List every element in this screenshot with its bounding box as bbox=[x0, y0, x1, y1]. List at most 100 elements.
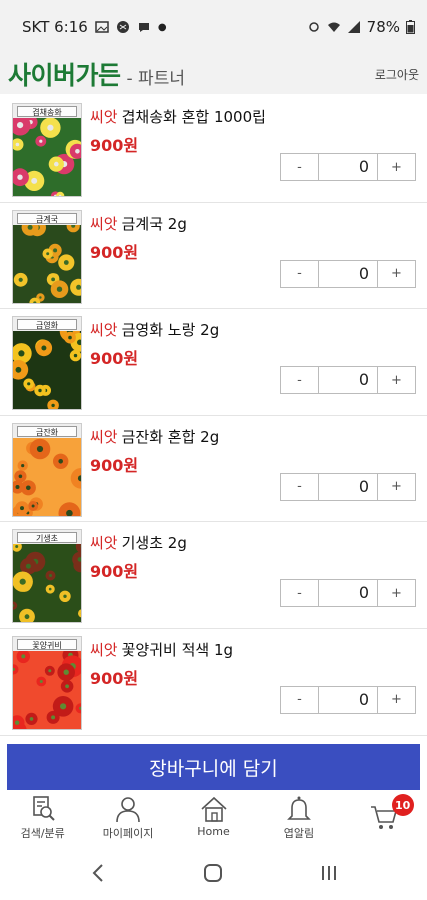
battery-icon bbox=[406, 20, 415, 34]
quantity-stepper: -0 + bbox=[280, 153, 416, 181]
nav-mypage-label: 마이페이지 bbox=[102, 827, 154, 840]
decrement-button[interactable]: - bbox=[281, 261, 318, 287]
product-list[interactable]: 겹채송화 씨앗 겹채송화 혼합 1000립 900원 -0 + 금계국 씨앗 금계국 2g 900… bbox=[0, 96, 427, 744]
quantity-field[interactable]: 0 bbox=[318, 473, 378, 500]
product-row[interactable]: 금영화 씨앗 금영화 노랑 2g 900원 -0 + bbox=[0, 309, 427, 416]
search-list-icon bbox=[32, 796, 55, 821]
back-icon bbox=[92, 864, 103, 882]
flower-photo bbox=[13, 331, 81, 410]
decrement-button[interactable]: - bbox=[281, 367, 318, 393]
product-price: 900원 bbox=[90, 668, 139, 688]
flower-photo bbox=[13, 224, 81, 303]
nav-home[interactable]: Home bbox=[171, 790, 256, 842]
seed-tag: 씨앗 bbox=[90, 321, 118, 340]
quantity-field[interactable]: 0 bbox=[318, 367, 378, 394]
thumbnail-label: 기생초 bbox=[17, 532, 77, 544]
product-thumbnail[interactable]: 꽃양귀비 bbox=[12, 635, 82, 730]
thumbnail-label: 겹채송화 bbox=[17, 106, 77, 117]
alarm-icon bbox=[308, 22, 319, 32]
bottom-nav: 검색/분류 마이페이지 Home 엽알림 10 bbox=[0, 790, 427, 842]
product-thumbnail[interactable]: 금계국 bbox=[12, 209, 82, 304]
seed-tag: 씨앗 bbox=[90, 640, 118, 659]
product-thumbnail[interactable]: 금잔화 bbox=[12, 422, 82, 517]
quantity-field[interactable]: 0 bbox=[318, 580, 378, 607]
quantity-field[interactable]: 0 bbox=[318, 154, 378, 180]
product-name[interactable]: 씨앗 꽃양귀비 적색 1g bbox=[90, 639, 233, 660]
seed-tag: 씨앗 bbox=[90, 214, 118, 233]
product-price: 900원 bbox=[90, 136, 139, 155]
increment-button[interactable]: + bbox=[378, 154, 415, 180]
nav-mypage[interactable]: 마이페이지 bbox=[85, 790, 170, 842]
product-name[interactable]: 씨앗 겹채송화 혼합 1000립 bbox=[90, 106, 266, 127]
flower-photo bbox=[13, 650, 81, 729]
product-name-text: 금잔화 혼합 2g bbox=[121, 427, 220, 446]
brand-title[interactable]: 사이버가든 bbox=[8, 56, 121, 92]
quantity-stepper: -0 + bbox=[280, 259, 416, 288]
product-name-text: 꽃양귀비 적색 1g bbox=[121, 640, 234, 659]
app-header: 사이버가든 - 파트너 로그아웃 bbox=[0, 54, 427, 94]
thumbnail-label: 금계국 bbox=[17, 212, 77, 224]
product-thumbnail[interactable]: 금영화 bbox=[12, 316, 82, 411]
product-name[interactable]: 씨앗 금잔화 혼합 2g bbox=[90, 426, 219, 447]
brand-subtitle: - 파트너 bbox=[126, 68, 185, 89]
product-row[interactable]: 금계국 씨앗 금계국 2g 900원 -0 + bbox=[0, 203, 427, 310]
flower-photo bbox=[13, 544, 81, 623]
product-row[interactable]: 기생초 씨앗 기생초 2g 900원 -0 + bbox=[0, 522, 427, 629]
bell-icon bbox=[286, 796, 311, 820]
home-system-button[interactable] bbox=[198, 860, 228, 886]
status-time: SKT 6:16 bbox=[22, 18, 88, 36]
logout-link[interactable]: 로그아웃 bbox=[375, 66, 419, 83]
recents-button[interactable] bbox=[314, 860, 344, 886]
thumbnail-label: 금영화 bbox=[17, 319, 77, 331]
increment-button[interactable]: + bbox=[378, 367, 415, 393]
product-name[interactable]: 씨앗 금영화 노랑 2g bbox=[90, 319, 219, 340]
increment-button[interactable]: + bbox=[378, 687, 415, 713]
home-circle-icon bbox=[204, 864, 223, 882]
product-name[interactable]: 씨앗 금계국 2g bbox=[90, 213, 187, 234]
thumbnail-label: 꽃양귀비 bbox=[17, 638, 77, 650]
status-bar: SKT 6:16 ● 78% bbox=[0, 0, 427, 54]
increment-button[interactable]: + bbox=[378, 474, 415, 500]
nav-search[interactable]: 검색/분류 bbox=[0, 790, 85, 842]
seed-tag: 씨앗 bbox=[90, 534, 118, 553]
quantity-field[interactable]: 0 bbox=[318, 686, 378, 713]
back-button[interactable] bbox=[83, 860, 113, 886]
product-thumbnail[interactable]: 겹채송화 bbox=[12, 103, 82, 197]
product-row[interactable]: 꽃양귀비 씨앗 꽃양귀비 적색 1g 900원 -0 + bbox=[0, 629, 427, 736]
quantity-field[interactable]: 0 bbox=[318, 260, 378, 287]
app-icon bbox=[116, 21, 129, 33]
seed-tag: 씨앗 bbox=[90, 427, 118, 446]
seed-tag: 씨앗 bbox=[90, 108, 118, 126]
nav-alerts[interactable]: 엽알림 bbox=[256, 790, 341, 842]
product-row[interactable]: 겹채송화 씨앗 겹채송화 혼합 1000립 900원 -0 + bbox=[0, 96, 427, 203]
add-to-cart-button[interactable]: 장바구니에 담기 bbox=[7, 744, 420, 790]
quantity-stepper: -0 + bbox=[280, 685, 416, 714]
system-nav bbox=[0, 846, 427, 900]
product-name-text: 금영화 노랑 2g bbox=[121, 321, 220, 340]
nav-search-label: 검색/분류 bbox=[20, 827, 65, 840]
nav-home-label: Home bbox=[197, 825, 230, 838]
decrement-button[interactable]: - bbox=[281, 154, 318, 180]
product-name-text: 겹채송화 혼합 1000립 bbox=[121, 108, 266, 126]
recents-icon bbox=[322, 866, 337, 880]
quantity-stepper: -0 + bbox=[280, 579, 416, 608]
quantity-stepper: -0 + bbox=[280, 366, 416, 395]
product-price: 900원 bbox=[90, 455, 139, 475]
decrement-button[interactable]: - bbox=[281, 580, 318, 606]
gallery-icon bbox=[95, 21, 109, 33]
product-name[interactable]: 씨앗 기생초 2g bbox=[90, 532, 187, 553]
signal-icon bbox=[347, 21, 360, 33]
increment-button[interactable]: + bbox=[378, 580, 415, 606]
nav-cart[interactable]: 10 bbox=[342, 790, 427, 842]
decrement-button[interactable]: - bbox=[281, 474, 318, 500]
flower-photo bbox=[13, 118, 81, 196]
flower-photo bbox=[13, 437, 81, 516]
product-row[interactable]: 금잔화 씨앗 금잔화 혼합 2g 900원 -0 + bbox=[0, 416, 427, 523]
product-thumbnail[interactable]: 기생초 bbox=[12, 529, 82, 624]
increment-button[interactable]: + bbox=[378, 261, 415, 287]
home-icon bbox=[200, 796, 227, 822]
product-price: 900원 bbox=[90, 562, 139, 582]
product-price: 900원 bbox=[90, 349, 139, 369]
cart-count-badge: 10 bbox=[391, 794, 414, 816]
decrement-button[interactable]: - bbox=[281, 687, 318, 713]
